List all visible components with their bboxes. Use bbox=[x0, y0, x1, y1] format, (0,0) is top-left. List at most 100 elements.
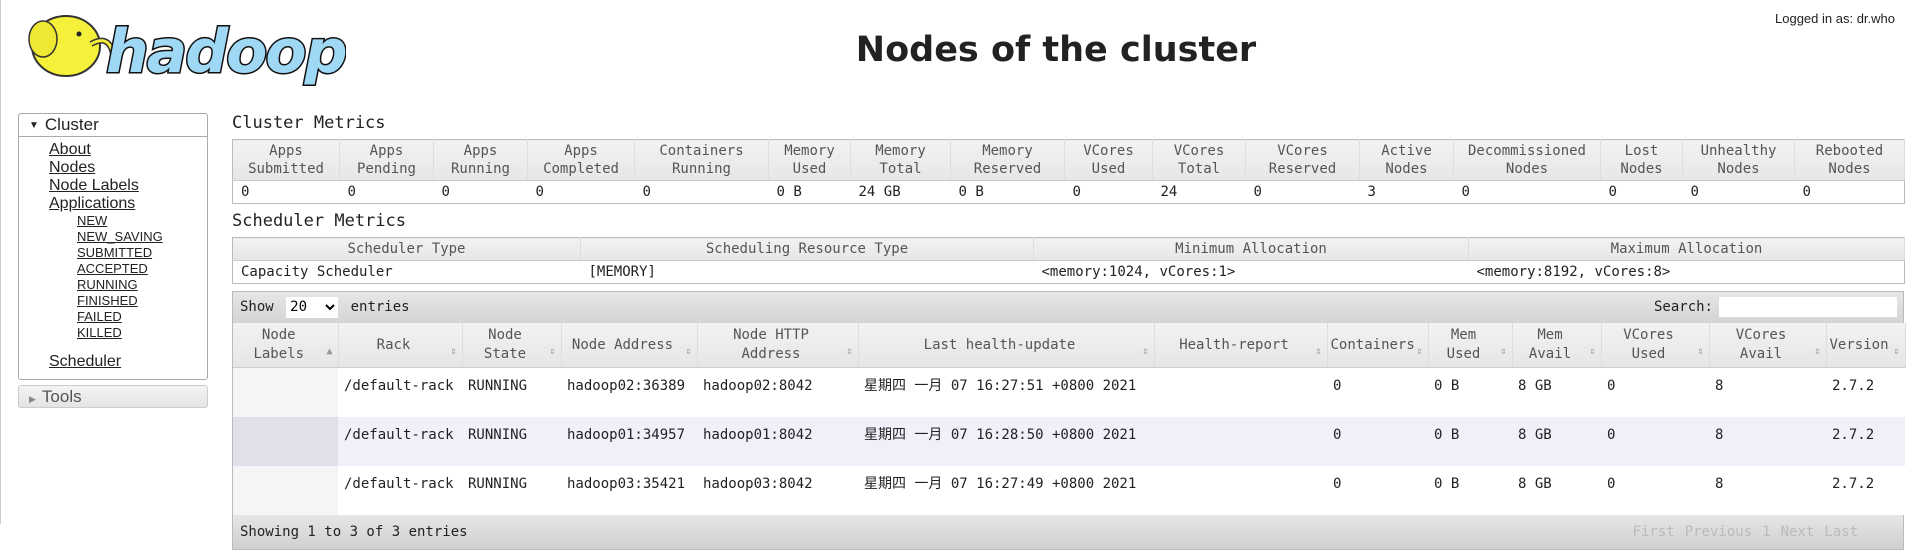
scheduler-header-minimum-allocation: Minimum Allocation bbox=[1033, 237, 1469, 261]
metric-link-unhealthy-nodes[interactable]: 0 bbox=[1691, 184, 1699, 200]
cell-rack: /default-rack bbox=[338, 465, 462, 515]
cell-vcores-avail: 8 bbox=[1709, 416, 1826, 466]
column-header-rack[interactable]: Rack ⇕ bbox=[338, 323, 463, 368]
search-input[interactable] bbox=[1719, 297, 1897, 317]
nav-app-state-killed[interactable]: KILLED bbox=[77, 325, 207, 341]
cell-vcores-used: 0 bbox=[1601, 416, 1709, 466]
tools-section-toggle[interactable]: ▶ Tools bbox=[18, 385, 208, 408]
metric-link-rebooted-nodes[interactable]: 0 bbox=[1803, 184, 1811, 200]
metric-link-decommissioned-nodes[interactable]: 0 bbox=[1462, 184, 1470, 200]
column-header-label: Node HTTP Address bbox=[733, 327, 809, 362]
column-header-mem-used[interactable]: Mem Used ⇕ bbox=[1428, 323, 1513, 368]
cell-vcores-avail: 8 bbox=[1709, 367, 1826, 417]
cell-last-health-update: 星期四 一月 07 16:27:49 +0800 2021 bbox=[858, 465, 1154, 515]
metric-link-active-nodes[interactable]: 3 bbox=[1368, 184, 1376, 200]
cell-node-address: hadoop03:35421 bbox=[561, 465, 697, 515]
metric-link-lost-nodes[interactable]: 0 bbox=[1609, 184, 1617, 200]
metric-cell: 0 bbox=[535, 184, 544, 200]
nav-app-state-new-saving[interactable]: NEW_SAVING bbox=[77, 229, 207, 245]
column-header-node-state[interactable]: Node State ⇕ bbox=[462, 323, 562, 368]
cell-node-labels bbox=[233, 416, 338, 466]
scheduler-metrics-table: Scheduler Type Scheduling Resource Type Mi… bbox=[232, 237, 1905, 284]
metric-header-unhealthy-nodes: Unhealthy Nodes bbox=[1682, 139, 1795, 181]
nav-scheduler[interactable]: Scheduler bbox=[49, 353, 207, 371]
nodes-table: Node Labels ▲ Rack ⇕ Node State ⇕ Node Address… bbox=[233, 323, 1906, 515]
metric-header-lost-nodes: Lost Nodes bbox=[1600, 139, 1683, 181]
cell-mem-used: 0 B bbox=[1428, 416, 1512, 466]
column-header-node-labels[interactable]: Node Labels ▲ bbox=[233, 323, 339, 368]
pager-last[interactable]: Last bbox=[1824, 524, 1858, 540]
column-header-node-http-address[interactable]: Node HTTP Address ⇕ bbox=[697, 323, 859, 368]
nav-nodes[interactable]: Nodes bbox=[49, 159, 207, 177]
scheduler-metrics-title: Scheduler Metrics bbox=[232, 211, 406, 231]
search-label: Search: bbox=[1653, 299, 1713, 315]
cell-node-state: RUNNING bbox=[462, 367, 561, 417]
column-header-label: Health-report bbox=[1179, 336, 1289, 353]
metric-cell: 0 bbox=[1454, 181, 1601, 204]
metric-cell: 0 B bbox=[776, 184, 802, 200]
entries-per-page-select[interactable]: 20 bbox=[286, 296, 339, 318]
sidebar-nav: ▼ Cluster About Nodes Node Labels Applica… bbox=[18, 113, 208, 408]
node-http-address-link[interactable]: hadoop03:8042 bbox=[703, 476, 813, 492]
node-http-address-link[interactable]: hadoop02:8042 bbox=[703, 378, 813, 394]
metric-header-active-nodes: Active Nodes bbox=[1359, 139, 1454, 181]
cell-node-http-address: hadoop01:8042 bbox=[697, 416, 858, 466]
nav-app-state-finished[interactable]: FINISHED bbox=[77, 293, 207, 309]
nav-app-state-accepted[interactable]: ACCEPTED bbox=[77, 261, 207, 277]
column-header-last-health-update[interactable]: Last health-update ⇕ bbox=[858, 323, 1155, 368]
nav-applications[interactable]: Applications bbox=[49, 195, 207, 213]
metric-cell: 0 bbox=[1683, 181, 1795, 204]
column-header-mem-avail[interactable]: Mem Avail ⇕ bbox=[1512, 323, 1602, 368]
cell-mem-avail: 8 GB bbox=[1512, 416, 1601, 466]
column-header-label: Rack bbox=[376, 336, 411, 353]
cell-node-labels bbox=[233, 367, 338, 417]
metric-cell: 0 B bbox=[958, 184, 984, 200]
node-http-address-link[interactable]: hadoop01:8042 bbox=[703, 427, 813, 443]
svg-text:hadoop: hadoop bbox=[106, 17, 346, 87]
pager-next[interactable]: Next bbox=[1781, 524, 1815, 540]
column-header-vcores-used[interactable]: VCores Used ⇕ bbox=[1601, 323, 1710, 368]
metric-cell: 0 bbox=[241, 184, 250, 200]
cell-vcores-used: 0 bbox=[1601, 465, 1709, 515]
scheduler-header-scheduling-resource-type: Scheduling Resource Type bbox=[580, 237, 1034, 261]
metric-header-rebooted-nodes: Rebooted Nodes bbox=[1794, 139, 1905, 181]
column-header-label: VCores Used bbox=[1623, 327, 1674, 362]
column-header-node-address[interactable]: Node Address ⇕ bbox=[561, 323, 698, 368]
column-header-health-report[interactable]: Health-report ⇕ bbox=[1154, 323, 1328, 368]
sort-both-icon: ⇕ bbox=[685, 346, 692, 357]
cell-containers: 0 bbox=[1327, 416, 1428, 466]
pager-1[interactable]: 1 bbox=[1762, 524, 1770, 540]
cluster-metrics-title: Cluster Metrics bbox=[232, 113, 386, 133]
triangle-down-icon: ▼ bbox=[29, 120, 39, 131]
nav-app-state-new[interactable]: NEW bbox=[77, 213, 207, 229]
column-header-label: Containers bbox=[1330, 336, 1415, 353]
sort-both-icon: ⇕ bbox=[1500, 346, 1507, 357]
column-header-vcores-avail[interactable]: VCores Avail ⇕ bbox=[1709, 323, 1827, 368]
column-header-containers[interactable]: Containers ⇕ bbox=[1327, 323, 1429, 368]
column-header-label: Node Address bbox=[571, 336, 674, 353]
cell-node-http-address: hadoop03:8042 bbox=[697, 465, 858, 515]
nav-app-state-failed[interactable]: FAILED bbox=[77, 309, 207, 325]
sort-both-icon: ⇕ bbox=[1814, 346, 1821, 357]
logged-in-user: Logged in as: dr.who bbox=[1775, 11, 1895, 26]
sort-both-icon: ⇕ bbox=[1315, 346, 1322, 357]
nav-app-state-running[interactable]: RUNNING bbox=[77, 277, 207, 293]
cell-vcores-avail: 8 bbox=[1709, 465, 1826, 515]
column-header-version[interactable]: Version ⇕ bbox=[1826, 323, 1906, 368]
metric-cell: 0 bbox=[1072, 184, 1081, 200]
cell-health-report bbox=[1154, 465, 1327, 515]
pager-first[interactable]: First bbox=[1633, 524, 1675, 540]
cell-mem-avail: 8 GB bbox=[1512, 465, 1601, 515]
sort-both-icon: ⇕ bbox=[1142, 346, 1149, 357]
nav-node-labels[interactable]: Node Labels bbox=[49, 177, 207, 195]
metric-cell: 0 bbox=[1601, 181, 1683, 204]
sort-both-icon: ⇕ bbox=[1589, 346, 1596, 357]
cell-health-report bbox=[1154, 416, 1327, 466]
sort-ascending-icon: ▲ bbox=[326, 346, 333, 357]
nav-about[interactable]: About bbox=[49, 141, 207, 159]
sort-both-icon: ⇕ bbox=[1893, 346, 1900, 357]
nav-app-state-submitted[interactable]: SUBMITTED bbox=[77, 245, 207, 261]
cluster-section-toggle[interactable]: ▼ Cluster bbox=[19, 114, 207, 137]
triangle-right-icon: ▶ bbox=[29, 394, 36, 404]
pager-previous[interactable]: Previous bbox=[1685, 524, 1752, 540]
